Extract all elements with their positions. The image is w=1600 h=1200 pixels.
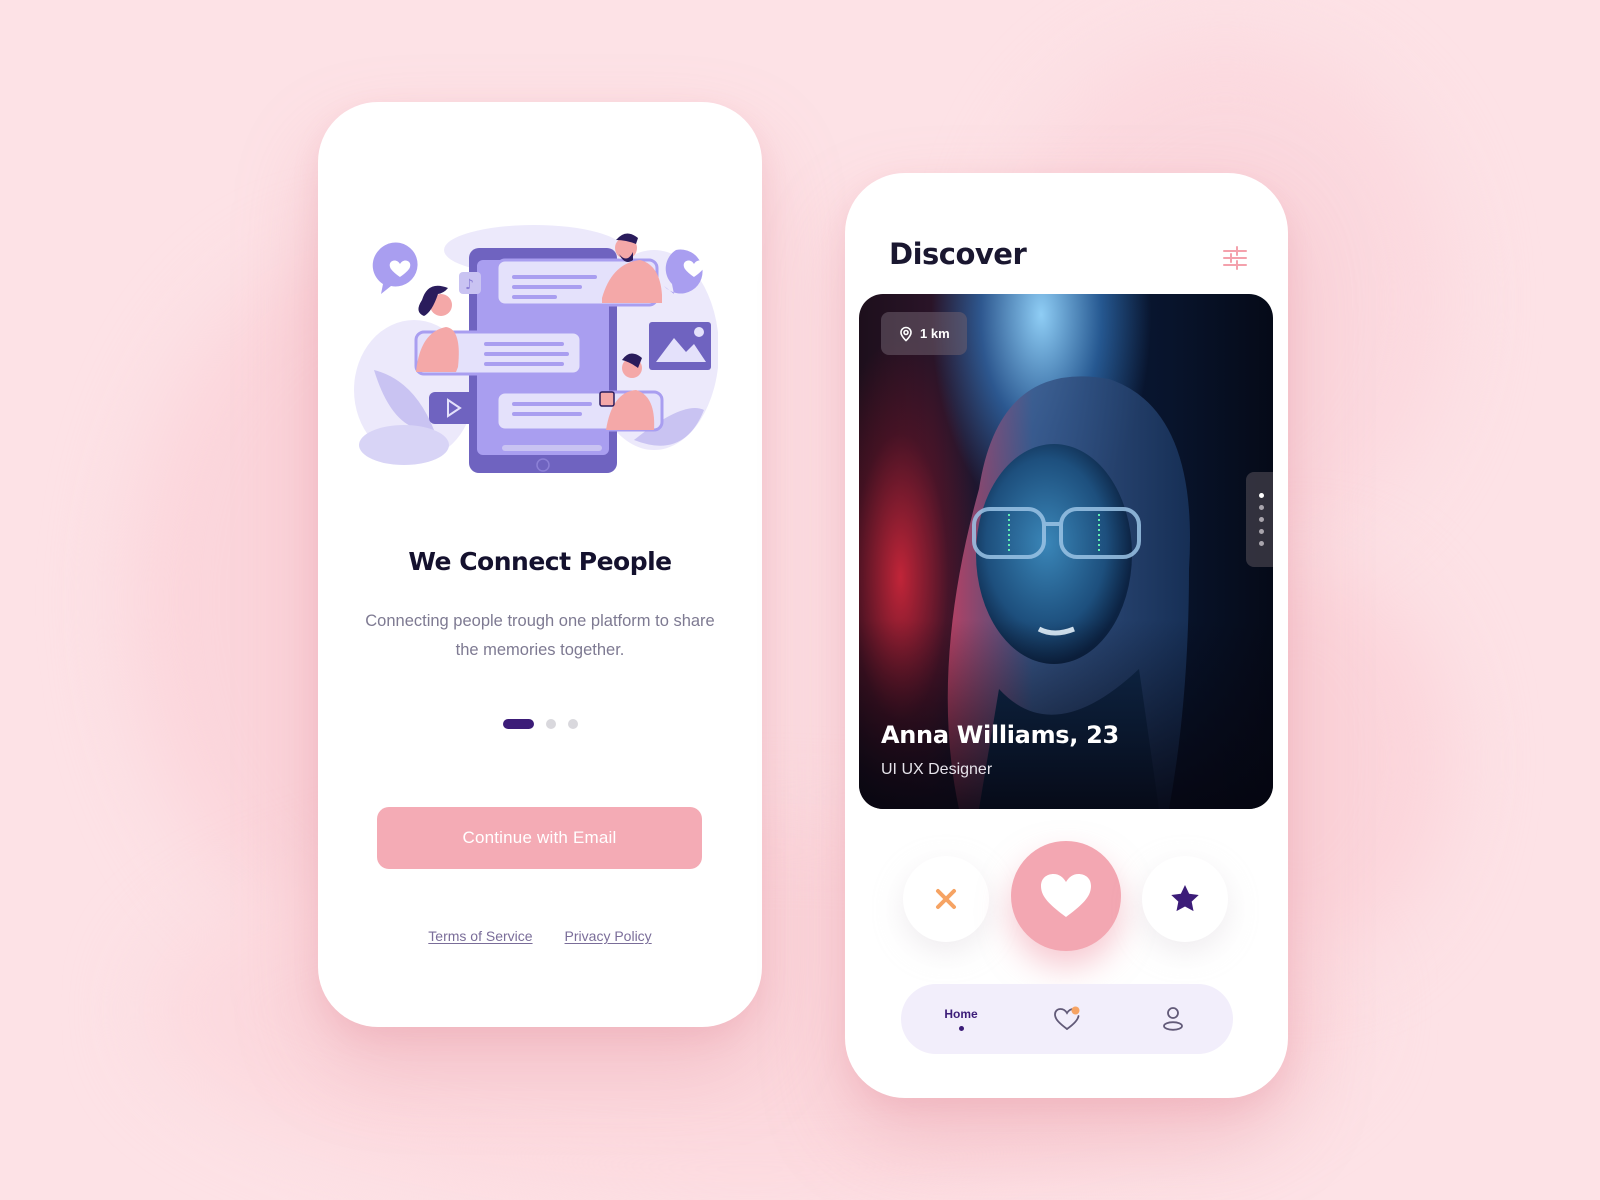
user-icon: [1163, 1007, 1183, 1031]
page-dot[interactable]: [567, 719, 578, 729]
discover-screen: Discover 1 km Anna Williams, 23 UI UX De…: [845, 173, 1288, 1098]
heart-icon: [1041, 874, 1091, 917]
distance-value: 1 km: [920, 326, 950, 341]
superlike-button[interactable]: [1142, 856, 1228, 942]
tab-home[interactable]: Home: [931, 1007, 991, 1031]
like-button[interactable]: [1011, 841, 1121, 951]
onboarding-description: Connecting people trough one platform to…: [365, 612, 715, 659]
photo-indicator[interactable]: [1246, 472, 1273, 567]
legal-links: Terms of Service Privacy Policy: [318, 928, 762, 944]
photo-dot[interactable]: [1258, 529, 1264, 534]
notification-badge: [1071, 1006, 1080, 1015]
page-dot-active[interactable]: [502, 719, 534, 729]
onboarding-screen: ♪ We Connect People Connecting people tr…: [318, 102, 762, 1027]
chat-illustration: ♪: [354, 225, 718, 473]
profile-card[interactable]: 1 km Anna Williams, 23 UI UX Designer: [859, 294, 1273, 809]
photo-dot[interactable]: [1258, 541, 1264, 546]
star-icon: [1171, 885, 1199, 912]
distance-badge: 1 km: [881, 312, 967, 355]
tab-home-label: Home: [944, 1007, 978, 1021]
tab-favorites[interactable]: [1037, 1006, 1097, 1032]
terms-of-service-link[interactable]: Terms of Service: [428, 928, 532, 944]
photo-dot[interactable]: [1258, 517, 1264, 522]
bottom-tab-bar: Home: [901, 984, 1233, 1054]
card-gradient-overlay: [859, 619, 1273, 809]
page-indicator: [318, 719, 762, 729]
privacy-policy-link[interactable]: Privacy Policy: [565, 928, 652, 944]
skip-button[interactable]: [903, 856, 989, 942]
profile-name: Anna Williams, 23: [881, 721, 1119, 749]
photo-dot-active[interactable]: [1258, 493, 1264, 498]
active-tab-dot: [958, 1026, 964, 1031]
svg-text:♪: ♪: [465, 277, 474, 293]
onboarding-title: We Connect People: [408, 547, 672, 576]
page-title: Discover: [889, 237, 1027, 271]
tab-profile[interactable]: [1143, 1006, 1203, 1032]
photo-dot[interactable]: [1258, 505, 1264, 510]
page-dot[interactable]: [545, 719, 556, 729]
location-pin-icon: [900, 326, 912, 342]
close-icon: [936, 889, 956, 909]
heart-icon: [1054, 1006, 1080, 1030]
sliders-icon[interactable]: [1222, 245, 1248, 271]
swipe-actions: [845, 841, 1288, 951]
profile-role: UI UX Designer: [881, 761, 993, 778]
continue-with-email-button[interactable]: Continue with Email: [377, 807, 702, 869]
